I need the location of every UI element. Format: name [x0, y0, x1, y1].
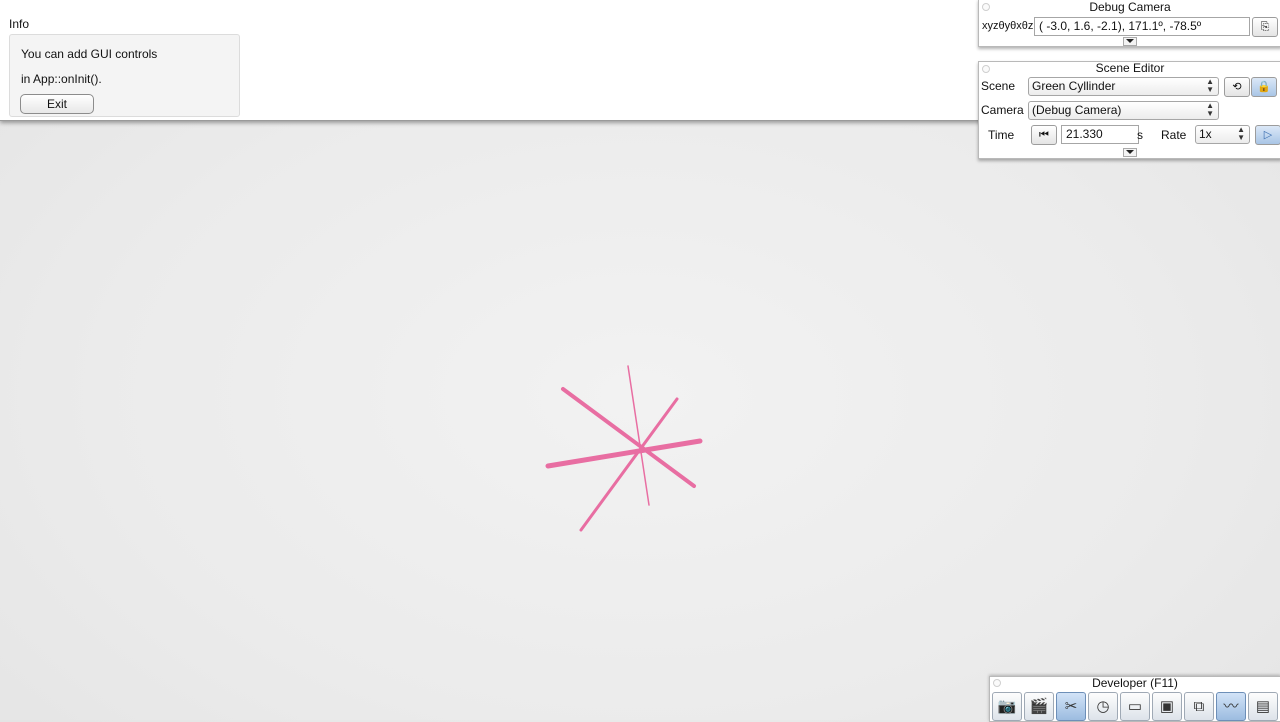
clapperboard-icon[interactable]: 🎬: [1024, 692, 1054, 721]
clock-icon[interactable]: ◷: [1088, 692, 1118, 721]
tools-icon[interactable]: ✂: [1056, 692, 1086, 721]
terminal-icon[interactable]: ▣: [1152, 692, 1182, 721]
camera-select-value: (Debug Camera): [1032, 103, 1122, 117]
info-pane: You can add GUI controls in App::onInit(…: [9, 34, 240, 117]
play-icon[interactable]: ▷: [1255, 125, 1280, 145]
scene-select-value: Green Cyllinder: [1032, 79, 1116, 93]
camera-coords-field[interactable]: ( -3.0, 1.6, -2.1), 171.1º, -78.5º: [1034, 17, 1250, 36]
scene-editor-title: Scene Editor: [1095, 61, 1165, 75]
info-line-2: in App::onInit().: [21, 72, 102, 86]
camera-select[interactable]: (Debug Camera) ▲ ▼: [1028, 101, 1219, 120]
scene-editor-panel: Scene Editor Scene Green Cyllinder ▲ ▼ ⟲ …: [978, 61, 1280, 159]
camera-label: Camera: [981, 103, 1024, 117]
select-arrows-icon: ▲ ▼: [1237, 125, 1245, 142]
exit-button[interactable]: Exit: [20, 94, 94, 114]
expand-icon[interactable]: [1123, 37, 1137, 46]
rewind-icon[interactable]: ⏮: [1031, 125, 1057, 145]
camera-coords-label: xyzθyθxθz: [982, 20, 1034, 32]
copy-icon[interactable]: ⎘: [1252, 17, 1278, 37]
rate-label: Rate: [1161, 128, 1187, 142]
expand-icon[interactable]: [1123, 148, 1137, 157]
reload-icon[interactable]: ⟲: [1224, 77, 1250, 97]
camera-icon[interactable]: 📷: [992, 692, 1022, 721]
time-unit: s: [1137, 128, 1143, 142]
window-icon[interactable]: ▭: [1120, 692, 1150, 721]
document-icon[interactable]: ▤: [1248, 692, 1278, 721]
time-field[interactable]: 21.330: [1061, 125, 1139, 144]
rate-select-value: 1x: [1199, 127, 1212, 141]
developer-title: Developer (F11): [1092, 676, 1178, 690]
time-label: Time: [988, 128, 1015, 142]
profiler-icon[interactable]: 〰: [1216, 692, 1246, 721]
scene-label: Scene: [981, 79, 1016, 93]
developer-panel: Developer (F11) 📷 🎬 ✂ ◷ ▭ ▣ ⧉ 〰 ▤: [989, 676, 1280, 722]
lock-icon[interactable]: 🔒: [1251, 77, 1277, 97]
scene-select[interactable]: Green Cyllinder ▲ ▼: [1028, 77, 1219, 96]
info-title: Info: [9, 17, 30, 31]
select-arrows-icon: ▲ ▼: [1206, 101, 1214, 118]
debug-camera-title: Debug Camera: [1089, 0, 1171, 14]
select-arrows-icon: ▲ ▼: [1206, 77, 1214, 94]
debug-camera-panel: Debug Camera xyzθyθxθz ( -3.0, 1.6, -2.1…: [978, 0, 1280, 47]
rate-select[interactable]: 1x ▲ ▼: [1195, 125, 1250, 144]
info-line-1: You can add GUI controls: [21, 47, 158, 61]
scene-graph-icon[interactable]: ⧉: [1184, 692, 1214, 721]
